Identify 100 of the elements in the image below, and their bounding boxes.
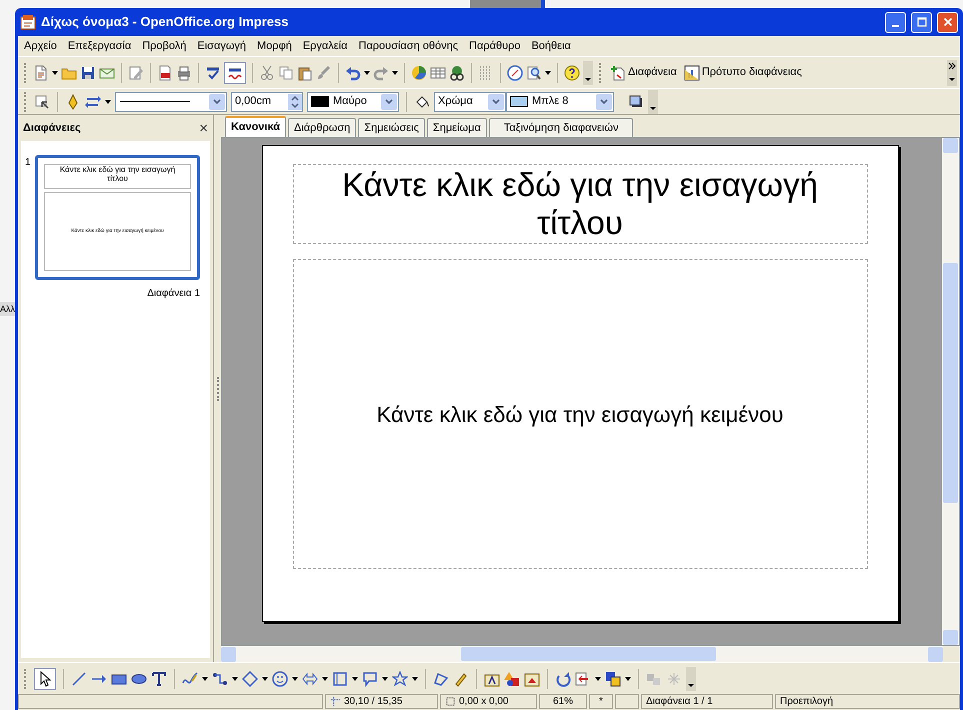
- pane-title: Διαφάνειες: [23, 120, 82, 136]
- new-slide-icon[interactable]: [610, 64, 626, 80]
- status-cell: [615, 694, 639, 709]
- status-zoom: 61%: [539, 694, 587, 709]
- text-tool-icon[interactable]: [151, 670, 167, 686]
- dropdown-caret-icon[interactable]: [262, 676, 268, 680]
- dropdown-caret-icon[interactable]: [364, 70, 370, 74]
- view-tab[interactable]: Κανονικά: [225, 116, 286, 137]
- maximize-icon: [914, 15, 928, 29]
- question-icon[interactable]: [564, 64, 580, 80]
- toolbar-overflow-icon[interactable]: [583, 60, 593, 84]
- maximize-button[interactable]: [911, 12, 932, 32]
- area-fill-dropdown[interactable]: Μπλε 8: [506, 92, 614, 112]
- curve-icon[interactable]: [182, 670, 198, 686]
- body-placeholder[interactable]: Κάντε κλικ εδώ για την εισαγωγή κειμένου: [292, 259, 868, 569]
- dropdown-caret-icon[interactable]: [625, 676, 631, 680]
- line-color-dropdown[interactable]: Μαύρο: [307, 92, 399, 112]
- toolbar-overflow-icon[interactable]: [648, 90, 658, 114]
- view-tab[interactable]: Ταξινόμηση διαφανειών: [488, 118, 634, 137]
- slide-name: Διαφάνεια 1: [147, 287, 200, 301]
- menu-item[interactable]: Προβολή: [142, 38, 186, 54]
- app-icon[interactable]: [20, 14, 36, 30]
- toolbar-button[interactable]: Διαφάνεια: [608, 62, 679, 84]
- slide[interactable]: Κάντε κλικ εδώ για την εισαγωγή τίτλου Κάντε κλικ εδώ για την εισαγωγή κειμένου: [262, 145, 898, 622]
- minimize-button[interactable]: [885, 12, 906, 32]
- menu-item[interactable]: Μορφή: [257, 38, 292, 54]
- status-position: 30,10 / 15,35: [325, 694, 438, 709]
- menu-item[interactable]: Βοήθεια: [531, 38, 571, 54]
- double-arrow-icon[interactable]: [302, 670, 318, 686]
- table-icon[interactable]: [430, 64, 446, 80]
- arrange-icon[interactable]: [605, 670, 621, 686]
- select-tool-button[interactable]: [34, 668, 56, 690]
- minimize-icon: [892, 25, 899, 27]
- pie-chart-icon[interactable]: [411, 64, 427, 80]
- chevron-down-icon: [600, 98, 608, 104]
- title-placeholder[interactable]: Κάντε κλικ εδώ για την εισαγωγή τίτλου: [292, 164, 868, 244]
- line-width-field[interactable]: 0,00cm: [231, 92, 303, 112]
- copy-icon[interactable]: [278, 64, 294, 80]
- document-icon[interactable]: [33, 64, 49, 80]
- dropdown-caret-icon[interactable]: [352, 676, 358, 680]
- menu-item[interactable]: Παράθυρο: [469, 38, 520, 54]
- chevron-down-icon: [385, 98, 393, 104]
- status-modified: *: [589, 694, 613, 709]
- magnifier-icon[interactable]: [526, 64, 542, 80]
- arrows-icon[interactable]: [85, 94, 101, 110]
- thumbnail-title-text: Κάντε κλικ εδώ για την εισαγωγή τίτλου: [44, 164, 191, 189]
- pdf-icon[interactable]: [157, 64, 173, 80]
- pencil-page-icon[interactable]: [128, 64, 144, 80]
- paint-bucket-icon[interactable]: [414, 94, 430, 110]
- dropdown-caret-icon[interactable]: [322, 676, 328, 680]
- shadow-icon[interactable]: [628, 94, 644, 110]
- window-title: Δίχως όνομα3 - OpenOffice.org Impress: [41, 13, 290, 32]
- view-tab[interactable]: Σημειώσεις: [358, 118, 425, 137]
- menu-item[interactable]: Εισαγωγή: [197, 38, 246, 54]
- autospellcheck-toggle[interactable]: [224, 62, 246, 84]
- slide-number: 1: [25, 156, 31, 170]
- view-tab[interactable]: Διάρθρωση: [288, 118, 356, 137]
- crosshair-icon: [330, 696, 341, 707]
- dropdown-caret-icon[interactable]: [52, 70, 58, 74]
- diamond-icon[interactable]: [242, 670, 258, 686]
- menu-item[interactable]: Εργαλεία: [302, 38, 348, 54]
- dropdown-caret-icon[interactable]: [232, 676, 238, 680]
- dropdown-caret-icon[interactable]: [202, 676, 208, 680]
- line-style-dropdown[interactable]: [115, 92, 227, 112]
- chart-ruler-icon[interactable]: [684, 64, 700, 80]
- dropdown-caret-icon[interactable]: [292, 676, 298, 680]
- toolbar-more-button[interactable]: [947, 60, 957, 86]
- line-icon[interactable]: [71, 670, 87, 686]
- area-style-dropdown[interactable]: Χρώμα: [434, 92, 506, 112]
- spellcheck-icon[interactable]: [205, 64, 221, 80]
- menu-item[interactable]: Παρουσίαση οθόνης: [358, 38, 458, 54]
- dropdown-caret-icon[interactable]: [595, 676, 601, 680]
- dropdown-caret-icon[interactable]: [412, 676, 418, 680]
- menu-item[interactable]: Αρχείο: [24, 38, 57, 54]
- scissors-icon[interactable]: [259, 64, 275, 80]
- menu-item[interactable]: Επεξεργασία: [68, 38, 132, 54]
- dropdown-caret-icon[interactable]: [392, 70, 398, 74]
- pane-close-button[interactable]: ×: [199, 120, 208, 136]
- star-icon[interactable]: [392, 670, 408, 686]
- compass-icon[interactable]: [507, 64, 523, 80]
- horizontal-scrollbar[interactable]: [221, 646, 943, 662]
- clipboard-icon[interactable]: [297, 64, 313, 80]
- shapes-icon[interactable]: [504, 670, 520, 686]
- status-size: 0,00 x 0,00: [440, 694, 537, 709]
- toolbar-button[interactable]: Πρότυπο διαφάνειας: [682, 62, 804, 84]
- spinner-arrows-icon[interactable]: [288, 94, 302, 110]
- dropdown-caret-icon[interactable]: [545, 70, 551, 74]
- dropdown-caret-icon[interactable]: [382, 676, 388, 680]
- smiley-icon[interactable]: [272, 670, 288, 686]
- undo-icon[interactable]: [345, 64, 361, 80]
- view-tab[interactable]: Σημείωμα: [426, 118, 487, 137]
- vertical-scrollbar[interactable]: [942, 138, 959, 645]
- dropdown-caret-icon[interactable]: [105, 100, 111, 104]
- image-frame-icon[interactable]: [524, 670, 540, 686]
- speech-bubble-icon[interactable]: [362, 670, 378, 686]
- rotate-icon[interactable]: [555, 670, 571, 686]
- printer-icon[interactable]: [176, 64, 192, 80]
- toolbar-overflow-icon[interactable]: [686, 666, 696, 690]
- close-button[interactable]: [937, 12, 958, 32]
- connector-icon[interactable]: [212, 670, 228, 686]
